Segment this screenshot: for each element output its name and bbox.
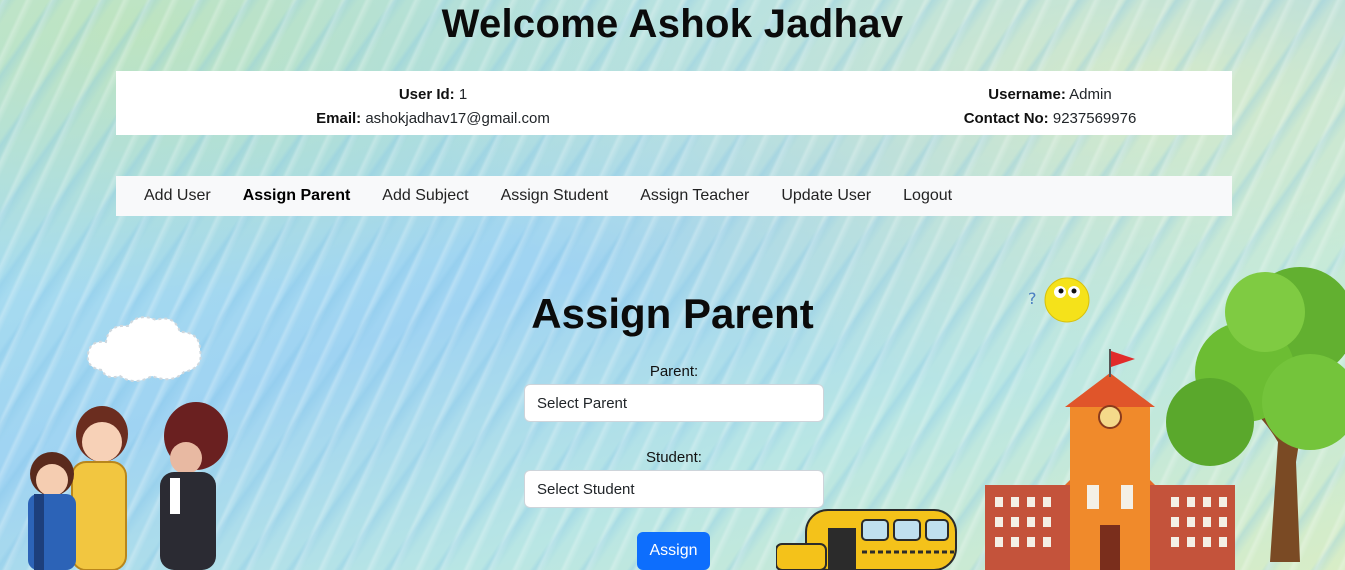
welcome-heading: Welcome Ashok Jadhav — [441, 2, 904, 46]
email-label: Email: — [316, 110, 362, 127]
children-illustration — [28, 402, 228, 570]
student-select[interactable]: Select Student — [524, 470, 824, 508]
nav-assign-teacher[interactable]: Assign Teacher — [624, 187, 765, 205]
contact-row: Contact No: 9237569976 — [750, 107, 1345, 131]
email-row: Email: ashokjadhav17@gmail.com — [116, 107, 750, 131]
nav-assign-parent[interactable]: Assign Parent — [227, 187, 367, 205]
page-title: Assign Parent — [531, 290, 814, 337]
parent-select[interactable]: Select Parent — [524, 384, 824, 422]
user-id-value: 1 — [458, 86, 468, 103]
main-navbar: Add User Assign Parent Add Subject Assig… — [116, 176, 1232, 216]
student-select-value: Select Student — [537, 480, 635, 498]
user-info-card: User Id: 1 Email: ashokjadhav17@gmail.co… — [116, 71, 1232, 135]
username-label: Username: — [988, 86, 1066, 103]
contact-label: Contact No: — [963, 110, 1049, 127]
username-value: Admin — [1069, 86, 1112, 103]
user-info-right-column: Username: Admin Contact No: 9237569976 — [750, 83, 1345, 131]
user-id-row: User Id: 1 — [116, 83, 750, 107]
student-label: Student: — [646, 449, 702, 466]
user-id-label: User Id: — [398, 86, 455, 103]
assign-button[interactable]: Assign — [637, 532, 710, 570]
nav-add-user[interactable]: Add User — [128, 187, 227, 205]
user-info-left-column: User Id: 1 Email: ashokjadhav17@gmail.co… — [116, 83, 750, 131]
parent-select-value: Select Parent — [537, 394, 628, 412]
nav-add-subject[interactable]: Add Subject — [366, 187, 484, 205]
school-bus-illustration — [776, 509, 957, 570]
nav-assign-student[interactable]: Assign Student — [485, 187, 625, 205]
contact-value: 9237569976 — [1052, 110, 1137, 127]
email-value: ashokjadhav17@gmail.com — [365, 110, 550, 127]
parent-label: Parent: — [649, 363, 699, 380]
nav-logout[interactable]: Logout — [887, 187, 968, 205]
username-row: Username: Admin — [750, 83, 1345, 107]
nav-update-user[interactable]: Update User — [765, 187, 887, 205]
